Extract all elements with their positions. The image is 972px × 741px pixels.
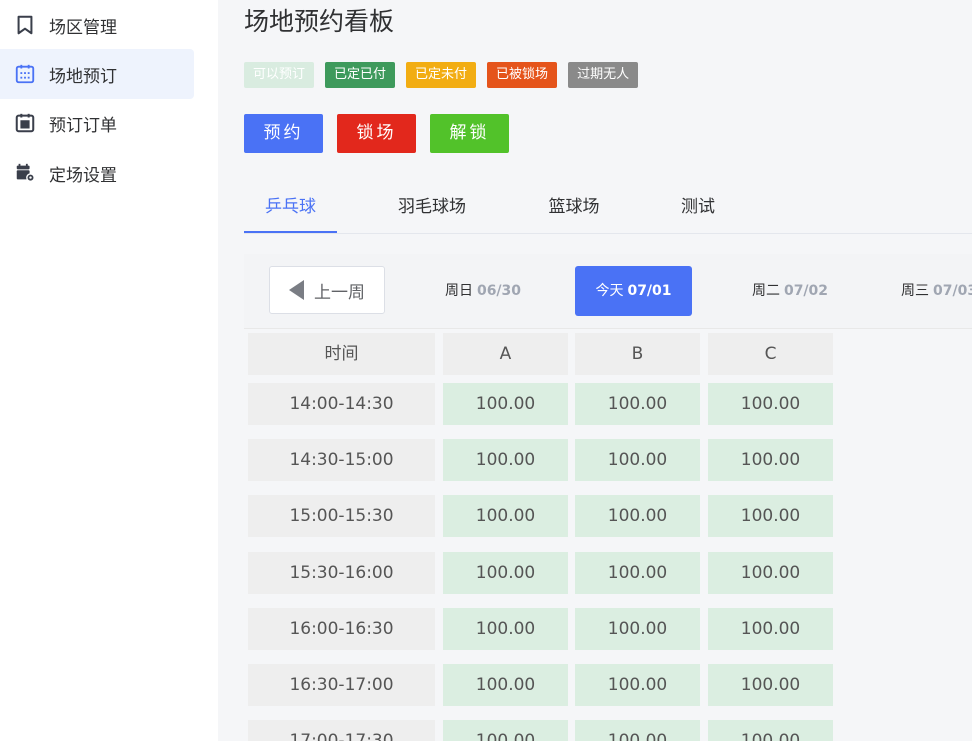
booking-slot[interactable]: 100.00 [575, 552, 700, 594]
sidebar-item-label: 定场设置 [49, 165, 117, 186]
sidebar-item-venue-booking[interactable]: 场地预订 [0, 49, 194, 99]
unlock-button[interactable]: 解锁 [430, 114, 509, 153]
booking-slot[interactable]: 100.00 [443, 608, 568, 650]
legend-unpaid: 已定未付 [406, 62, 477, 88]
booking-slot[interactable]: 100.00 [575, 439, 700, 481]
day-sunday[interactable]: 周日 06/30 [440, 266, 526, 316]
time-slot-label: 17:00-17:30 [248, 720, 435, 741]
time-slot-label: 15:30-16:00 [248, 552, 435, 594]
calendar-grid-icon [12, 61, 38, 87]
column-header-court: C [708, 333, 833, 375]
booking-slot[interactable]: 100.00 [443, 720, 568, 741]
booking-slot[interactable]: 100.00 [708, 608, 833, 650]
calendar-settings-icon [12, 160, 38, 186]
app-root: 场区管理 场地预订 预订订单 定场设置 场地预约看板 可以预订 已定已付 已定未… [0, 0, 972, 741]
booking-slot[interactable]: 100.00 [575, 608, 700, 650]
page-title: 场地预约看板 [244, 7, 395, 36]
time-slot-label: 15:00-15:30 [248, 495, 435, 537]
time-slot-label: 14:00-14:30 [248, 383, 435, 425]
time-slot-label: 16:00-16:30 [248, 608, 435, 650]
time-slot-label: 16:30-17:00 [248, 664, 435, 706]
booking-slot[interactable]: 100.00 [575, 720, 700, 741]
booking-slot[interactable]: 100.00 [708, 383, 833, 425]
main-content: 场地预约看板 可以预订 已定已付 已定未付 已被锁场 过期无人 预约 锁场 解锁… [218, 0, 972, 741]
booking-slot[interactable]: 100.00 [443, 439, 568, 481]
sidebar-item-booking-orders[interactable]: 预订订单 [0, 98, 194, 148]
booking-slot[interactable]: 100.00 [708, 720, 833, 741]
status-legend: 可以预订 已定已付 已定未付 已被锁场 过期无人 [244, 62, 649, 88]
booking-slot[interactable]: 100.00 [708, 664, 833, 706]
booking-slot[interactable]: 100.00 [575, 495, 700, 537]
column-header-court: A [443, 333, 568, 375]
booking-slot[interactable]: 100.00 [708, 495, 833, 537]
sidebar-item-booking-settings[interactable]: 定场设置 [0, 148, 194, 198]
day-name: 周日 [444, 283, 473, 299]
tab-basketball[interactable]: 篮球场 [546, 186, 602, 231]
booking-slot[interactable]: 100.00 [443, 383, 568, 425]
reserve-button[interactable]: 预约 [244, 114, 323, 153]
day-date: 07/03 [933, 283, 972, 299]
day-today[interactable]: 今天 07/01 [575, 266, 692, 316]
time-slot-label: 14:30-15:00 [248, 439, 435, 481]
sidebar-item-venue-management[interactable]: 场区管理 [0, 0, 194, 50]
legend-paid: 已定已付 [325, 62, 396, 88]
lock-button[interactable]: 锁场 [337, 114, 416, 153]
sidebar-item-label: 预订订单 [49, 115, 117, 136]
sidebar-item-label: 场区管理 [49, 17, 117, 38]
sidebar: 场区管理 场地预订 预订订单 定场设置 [0, 0, 218, 741]
booking-slot[interactable]: 100.00 [575, 664, 700, 706]
booking-slot[interactable]: 100.00 [443, 495, 568, 537]
calendar-doc-icon [12, 110, 38, 136]
tab-test[interactable]: 测试 [678, 186, 718, 231]
legend-expired: 过期无人 [568, 62, 639, 88]
legend-available: 可以预订 [244, 62, 315, 88]
venue-tabs: 乒乓球 羽毛球场 篮球场 测试 [244, 186, 972, 234]
booking-slot[interactable]: 100.00 [708, 439, 833, 481]
booking-slot[interactable]: 100.00 [443, 664, 568, 706]
booking-slot[interactable]: 100.00 [575, 383, 700, 425]
tab-badminton[interactable]: 羽毛球场 [396, 186, 468, 231]
booking-slot[interactable]: 100.00 [443, 552, 568, 594]
day-name: 周二 [751, 283, 780, 299]
arrow-left-icon [289, 280, 304, 300]
tab-table-tennis[interactable]: 乒乓球 [244, 186, 337, 233]
booking-slot[interactable]: 100.00 [708, 552, 833, 594]
day-tuesday[interactable]: 周二 07/02 [747, 266, 833, 316]
day-wednesday[interactable]: 周三07/03 [901, 266, 972, 316]
column-header-court: B [575, 333, 700, 375]
action-bar: 预约 锁场 解锁 [244, 114, 523, 153]
day-name: 周三 [901, 283, 929, 299]
legend-locked: 已被锁场 [487, 62, 558, 88]
day-date: 06/30 [476, 283, 522, 299]
sidebar-item-label: 场地预订 [49, 66, 117, 87]
prev-week-label: 上一周 [314, 282, 365, 303]
column-header-time: 时间 [248, 333, 435, 375]
bookmark-icon [12, 12, 38, 38]
day-date: 07/02 [783, 283, 829, 299]
week-selector: 上一周 周日06/30 今天07/01 周二07/02 周三07/03 [244, 254, 972, 329]
prev-week-button[interactable]: 上一周 [269, 266, 385, 314]
day-date: 07/01 [627, 283, 672, 299]
day-name: 今天 [595, 283, 624, 299]
